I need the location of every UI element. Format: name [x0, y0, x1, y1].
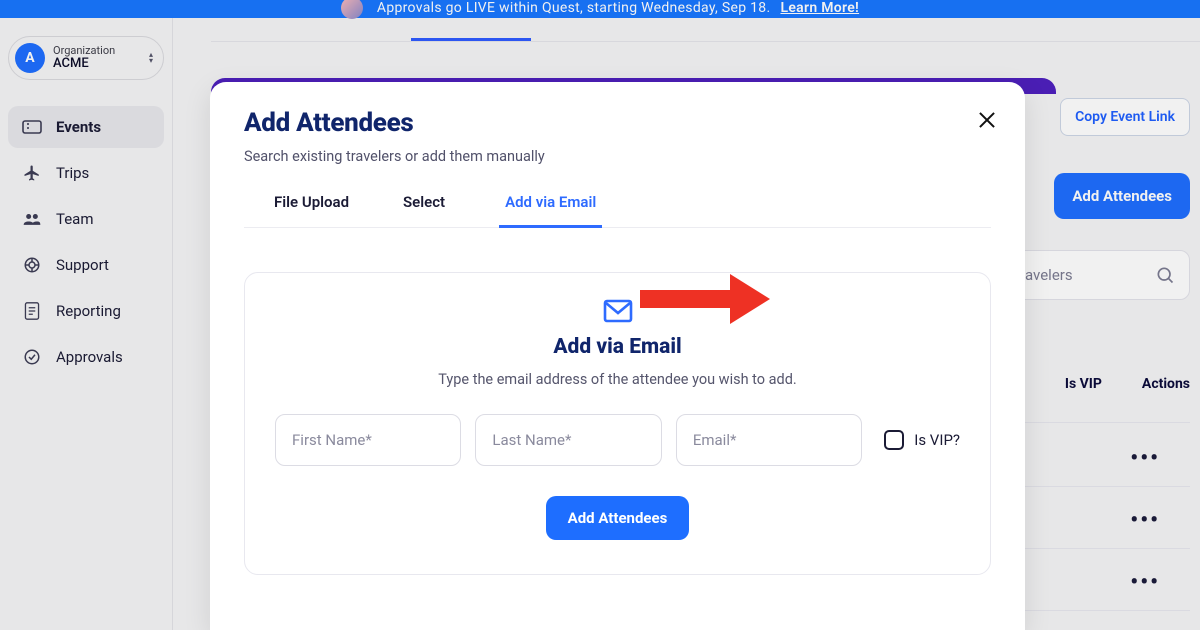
tab-file-upload[interactable]: File Upload [274, 193, 349, 227]
is-vip-label: Is VIP? [914, 431, 960, 449]
mail-icon [603, 299, 633, 323]
add-via-email-panel: Add via Email Type the email address of … [244, 272, 991, 575]
last-name-input[interactable]: Last Name* [475, 414, 661, 466]
modal-title: Add Attendees [244, 108, 991, 138]
modal-tabs: File Upload Select Add via Email [244, 193, 991, 228]
placeholder-text: Email* [693, 431, 737, 449]
is-vip-checkbox[interactable]: Is VIP? [876, 430, 960, 450]
attendee-form-row: First Name* Last Name* Email* Is VIP? [275, 414, 960, 466]
tab-add-via-email[interactable]: Add via Email [499, 193, 602, 228]
email-input[interactable]: Email* [676, 414, 862, 466]
panel-heading: Add via Email [275, 335, 960, 359]
modal-subtitle: Search existing travelers or add them ma… [244, 148, 991, 165]
first-name-input[interactable]: First Name* [275, 414, 461, 466]
tab-select[interactable]: Select [403, 193, 445, 227]
close-icon[interactable] [975, 108, 999, 132]
placeholder-text: Last Name* [492, 431, 571, 449]
placeholder-text: First Name* [292, 431, 372, 449]
arrow-pointer-annotation [640, 274, 770, 324]
checkbox-box [884, 430, 904, 450]
panel-description: Type the email address of the attendee y… [275, 371, 960, 388]
submit-add-attendees-button[interactable]: Add Attendees [546, 496, 690, 540]
add-attendees-modal: Add Attendees Search existing travelers … [210, 82, 1025, 630]
